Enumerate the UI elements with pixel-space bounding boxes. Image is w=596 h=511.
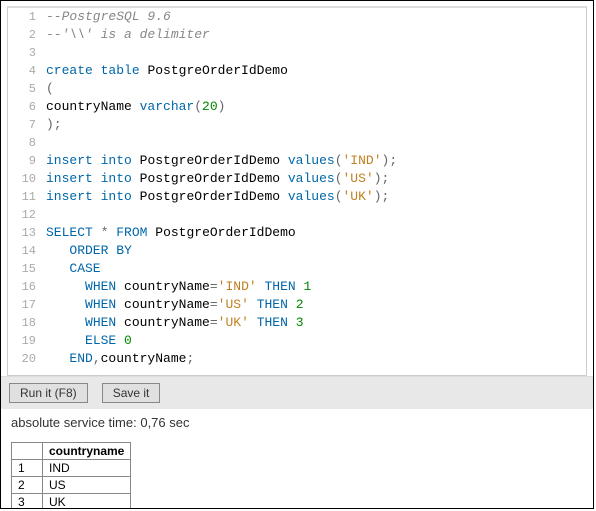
code-editor[interactable]: 1--PostgreSQL 9.62--'\\' is a delimiter3… [7,6,587,376]
code-content[interactable] [42,206,586,224]
code-line[interactable]: 6countryName varchar(20) [8,98,586,116]
line-number: 14 [8,242,42,260]
row-number: 3 [12,494,43,510]
code-line[interactable]: 10insert into PostgreOrderIdDemo values(… [8,170,586,188]
code-content[interactable]: WHEN countryName='UK' THEN 3 [42,314,586,332]
code-content[interactable]: CASE [42,260,586,278]
code-content[interactable]: insert into PostgreOrderIdDemo values('U… [42,170,586,188]
line-number: 16 [8,278,42,296]
code-line[interactable]: 14 ORDER BY [8,242,586,260]
code-content[interactable]: ); [42,116,586,134]
line-number: 13 [8,224,42,242]
code-line[interactable]: 11insert into PostgreOrderIdDemo values(… [8,188,586,206]
column-header: countryname [43,443,131,460]
code-line[interactable]: 18 WHEN countryName='UK' THEN 3 [8,314,586,332]
cell: IND [43,460,131,477]
line-number: 9 [8,152,42,170]
row-number: 1 [12,460,43,477]
code-content[interactable]: ( [42,80,586,98]
code-content[interactable]: create table PostgreOrderIdDemo [42,62,586,80]
code-line[interactable]: 5( [8,80,586,98]
run-button[interactable]: Run it (F8) [9,383,88,403]
code-line[interactable]: 17 WHEN countryName='US' THEN 2 [8,296,586,314]
code-content[interactable]: SELECT * FROM PostgreOrderIdDemo [42,224,586,242]
line-number: 20 [8,350,42,368]
code-line[interactable]: 2--'\\' is a delimiter [8,26,586,44]
code-content[interactable]: insert into PostgreOrderIdDemo values('U… [42,188,586,206]
code-line[interactable]: 19 ELSE 0 [8,332,586,350]
result-table: countryname1IND2US3UK [11,442,131,509]
line-number: 6 [8,98,42,116]
code-line[interactable]: 7); [8,116,586,134]
line-number: 8 [8,134,42,152]
code-line[interactable]: 12 [8,206,586,224]
code-content[interactable]: WHEN countryName='IND' THEN 1 [42,278,586,296]
toolbar: Run it (F8) Save it [1,376,593,409]
app-window: 1--PostgreSQL 9.62--'\\' is a delimiter3… [0,0,594,509]
line-number: 7 [8,116,42,134]
code-content[interactable]: END,countryName; [42,350,586,368]
rownum-header [12,443,43,460]
code-content[interactable]: insert into PostgreOrderIdDemo values('I… [42,152,586,170]
table-row: 2US [12,477,131,494]
code-line[interactable]: 13SELECT * FROM PostgreOrderIdDemo [8,224,586,242]
table-row: 3UK [12,494,131,510]
cell: UK [43,494,131,510]
result-area: countryname1IND2US3UK [1,436,593,509]
code-content[interactable] [42,44,586,62]
line-number: 15 [8,260,42,278]
line-number: 4 [8,62,42,80]
line-number: 2 [8,26,42,44]
code-content[interactable]: --'\\' is a delimiter [42,26,586,44]
line-number: 5 [8,80,42,98]
cell: US [43,477,131,494]
code-line[interactable]: 8 [8,134,586,152]
code-content[interactable]: ORDER BY [42,242,586,260]
code-line[interactable]: 20 END,countryName; [8,350,586,368]
table-header-row: countryname [12,443,131,460]
status-text: absolute service time: 0,76 sec [1,409,593,436]
code-content[interactable]: countryName varchar(20) [42,98,586,116]
line-number: 11 [8,188,42,206]
line-number: 12 [8,206,42,224]
table-row: 1IND [12,460,131,477]
row-number: 2 [12,477,43,494]
line-number: 10 [8,170,42,188]
code-line[interactable]: 1--PostgreSQL 9.6 [8,8,586,26]
line-number: 17 [8,296,42,314]
code-line[interactable]: 3 [8,44,586,62]
line-number: 19 [8,332,42,350]
code-content[interactable]: ELSE 0 [42,332,586,350]
code-content[interactable]: --PostgreSQL 9.6 [42,8,586,26]
line-number: 3 [8,44,42,62]
code-line[interactable]: 16 WHEN countryName='IND' THEN 1 [8,278,586,296]
code-line[interactable]: 4create table PostgreOrderIdDemo [8,62,586,80]
code-content[interactable]: WHEN countryName='US' THEN 2 [42,296,586,314]
line-number: 1 [8,8,42,26]
code-line[interactable]: 9insert into PostgreOrderIdDemo values('… [8,152,586,170]
save-button[interactable]: Save it [102,383,161,403]
line-number: 18 [8,314,42,332]
code-content[interactable] [42,134,586,152]
code-line[interactable]: 15 CASE [8,260,586,278]
